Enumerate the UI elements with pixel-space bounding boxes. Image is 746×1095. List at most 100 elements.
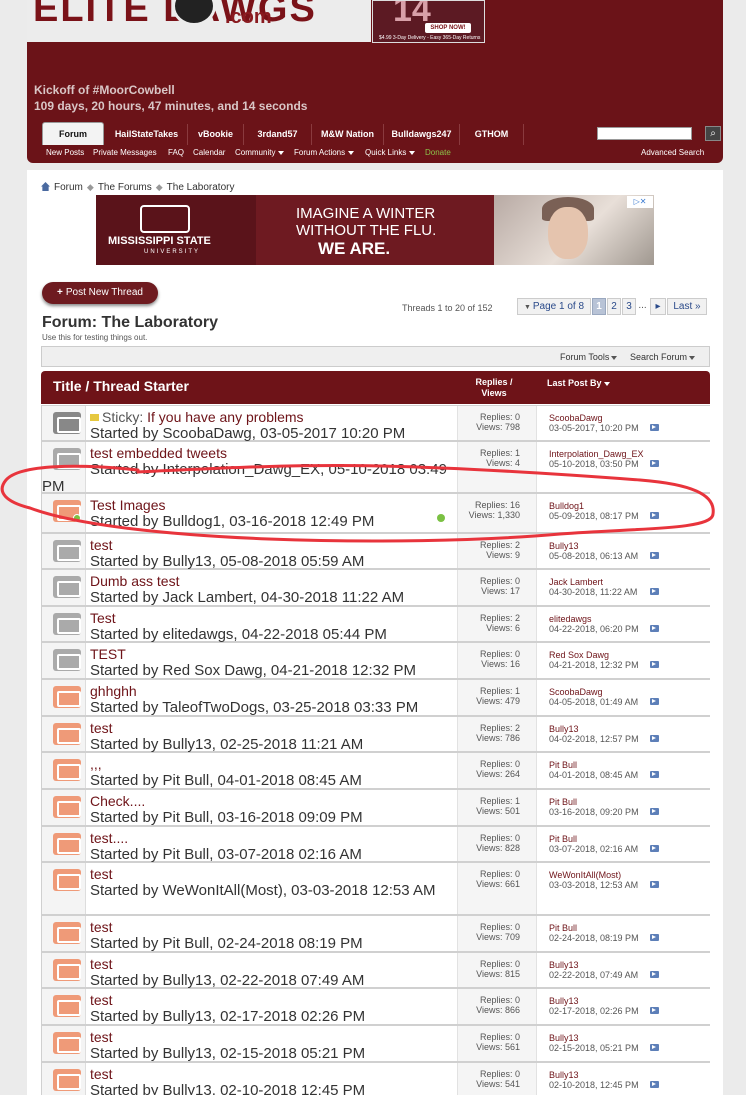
last-post-user[interactable]: Jack Lambert xyxy=(549,577,603,587)
go-to-last-post-icon[interactable] xyxy=(650,625,659,632)
thread-title-link[interactable]: ,,, xyxy=(90,756,102,772)
chevron-down-icon: ▼ xyxy=(523,304,533,311)
subnav-calendar[interactable]: Calendar xyxy=(193,148,225,157)
subnav-donate[interactable]: Donate xyxy=(425,148,451,157)
subnav-quick-links[interactable]: Quick Links xyxy=(365,148,416,157)
last-page-button[interactable]: Last » xyxy=(667,298,707,315)
column-replies-label: Replies / xyxy=(475,377,513,387)
thread-title-link[interactable]: test xyxy=(90,537,113,553)
thread-title-link[interactable]: ghhghh xyxy=(90,683,137,699)
thread-title-link[interactable]: test xyxy=(90,956,113,972)
thread-title-link[interactable]: If you have any problems xyxy=(147,409,303,425)
go-to-last-post-icon[interactable] xyxy=(650,661,659,668)
sticky-thread-icon xyxy=(53,412,81,434)
thread-title-link[interactable]: test xyxy=(90,1066,113,1082)
go-to-last-post-icon[interactable] xyxy=(650,512,659,519)
ad-banner-main[interactable]: MISSISSIPPI STATE UNIVERSITY IMAGINE A W… xyxy=(96,195,654,265)
thread-title-link[interactable]: test.... xyxy=(90,830,128,846)
go-to-last-post-icon[interactable] xyxy=(650,934,659,941)
page-1[interactable]: 1 xyxy=(592,298,606,315)
search-input[interactable] xyxy=(597,127,692,140)
go-to-last-post-icon[interactable] xyxy=(650,460,659,467)
home-icon[interactable] xyxy=(41,182,50,191)
last-post-user[interactable]: Bully13 xyxy=(549,541,579,551)
last-page-label: Last xyxy=(673,301,693,312)
go-to-last-post-icon[interactable] xyxy=(650,881,659,888)
tab-forum[interactable]: Forum xyxy=(42,122,104,145)
last-post-user[interactable]: Pit Bull xyxy=(549,760,577,770)
last-post-user[interactable]: Pit Bull xyxy=(549,834,577,844)
thread-title-link[interactable]: Test Images xyxy=(90,497,165,513)
last-post-user[interactable]: Red Sox Dawg xyxy=(549,650,609,660)
thread-starter: Started by Bully13, 05-08-2018 05:59 AM xyxy=(90,553,365,570)
go-to-last-post-icon[interactable] xyxy=(650,1007,659,1014)
go-to-last-post-icon[interactable] xyxy=(650,808,659,815)
go-to-last-post-icon[interactable] xyxy=(650,971,659,978)
thread-stats-cell: Replies: 0 Views: 798 xyxy=(457,406,537,440)
tab-hailstatetakes[interactable]: HailStateTakes xyxy=(106,124,188,145)
thread-title-link[interactable]: test xyxy=(90,919,113,935)
tab-bulldawgs247[interactable]: Bulldawgs247 xyxy=(384,124,460,145)
tab-vbookie[interactable]: vBookie xyxy=(188,124,244,145)
last-post-user[interactable]: Bulldog1 xyxy=(549,501,584,511)
ad-choices-icon[interactable]: ▷✕ xyxy=(627,196,653,208)
subnav-new-posts[interactable]: New Posts xyxy=(46,148,84,157)
breadcrumb-forum[interactable]: Forum xyxy=(54,182,83,193)
last-post-user[interactable]: Pit Bull xyxy=(549,797,577,807)
thread-title-link[interactable]: test xyxy=(90,992,113,1008)
subnav-forum-actions[interactable]: Forum Actions xyxy=(294,148,355,157)
go-to-last-post-icon[interactable] xyxy=(650,424,659,431)
go-to-last-post-icon[interactable] xyxy=(650,588,659,595)
search-forum-menu[interactable]: Search Forum xyxy=(630,352,696,362)
subnav-faq[interactable]: FAQ xyxy=(168,148,184,157)
thread-title-link[interactable]: test xyxy=(90,866,113,882)
last-post-user[interactable]: Bully13 xyxy=(549,1033,579,1043)
last-post-user[interactable]: Pit Bull xyxy=(549,923,577,933)
page-2[interactable]: 2 xyxy=(607,298,621,315)
tab-gthom[interactable]: GTHOM xyxy=(460,124,524,145)
last-post-user[interactable]: ScoobaDawg xyxy=(549,413,603,423)
thread-title-link[interactable]: Test xyxy=(90,610,116,626)
subnav-private-messages[interactable]: Private Messages xyxy=(93,148,157,157)
go-to-last-post-icon[interactable] xyxy=(650,552,659,559)
last-post-user[interactable]: Bully13 xyxy=(549,724,579,734)
tab-3rdand57[interactable]: 3rdand57 xyxy=(244,124,312,145)
last-post-user[interactable]: elitedawgs xyxy=(549,614,592,624)
ad-shop-now-button[interactable]: SHOP NOW! xyxy=(425,23,471,33)
ad-banner-small[interactable]: 14 SHOP NOW! $4.99 3-Day Delivery - Easy… xyxy=(372,0,485,43)
thread-title-link[interactable]: test xyxy=(90,1029,113,1045)
thread-title-link[interactable]: test xyxy=(90,720,113,736)
thread-title-link[interactable]: Check.... xyxy=(90,793,145,809)
column-title-sort[interactable]: Title / Thread Starter xyxy=(53,378,189,394)
next-page-button[interactable]: ▸ xyxy=(650,298,666,315)
go-to-last-post-icon[interactable] xyxy=(650,698,659,705)
thread-title-link[interactable]: test embedded tweets xyxy=(90,445,227,461)
go-to-last-post-icon[interactable] xyxy=(650,771,659,778)
page-dropdown[interactable]: ▼ Page 1 of 8 xyxy=(517,298,591,315)
go-to-last-post-icon[interactable] xyxy=(650,1081,659,1088)
breadcrumb-the-forums[interactable]: The Forums xyxy=(98,182,152,193)
page-3[interactable]: 3 xyxy=(622,298,636,315)
subnav-community[interactable]: Community xyxy=(235,148,285,157)
thread-title-link[interactable]: TEST xyxy=(90,646,126,662)
last-post-user[interactable]: ScoobaDawg xyxy=(549,687,603,697)
thread-title-link[interactable]: Dumb ass test xyxy=(90,573,179,589)
column-replies-sort[interactable]: Replies / Views xyxy=(461,377,527,399)
go-to-last-post-icon[interactable] xyxy=(650,845,659,852)
last-post-user[interactable]: Bully13 xyxy=(549,960,579,970)
last-post-user[interactable]: Bully13 xyxy=(549,1070,579,1080)
last-post-user[interactable]: Interpolation_Dawg_EX xyxy=(549,449,644,459)
go-to-last-post-icon[interactable] xyxy=(650,1044,659,1051)
last-post-user[interactable]: WeWonItAll(Most) xyxy=(549,870,621,880)
forum-tools-menu[interactable]: Forum Tools xyxy=(560,352,618,362)
post-new-thread-button[interactable]: + Post New Thread xyxy=(42,282,158,304)
advanced-search-link[interactable]: Advanced Search xyxy=(641,148,704,157)
go-to-last-post-icon[interactable] xyxy=(650,735,659,742)
thread-title-cell: test embedded tweets Started by Interpol… xyxy=(42,442,457,495)
tab-mw-nation[interactable]: M&W Nation xyxy=(312,124,384,145)
site-logo[interactable]: ELITE DAWGS .com xyxy=(27,0,371,42)
search-button[interactable]: ⌕ xyxy=(705,126,721,141)
thread-stats: Replies: 1 Views: 501 xyxy=(476,796,520,816)
last-post-user[interactable]: Bully13 xyxy=(549,996,579,1006)
column-last-post-sort[interactable]: Last Post By xyxy=(547,378,610,388)
